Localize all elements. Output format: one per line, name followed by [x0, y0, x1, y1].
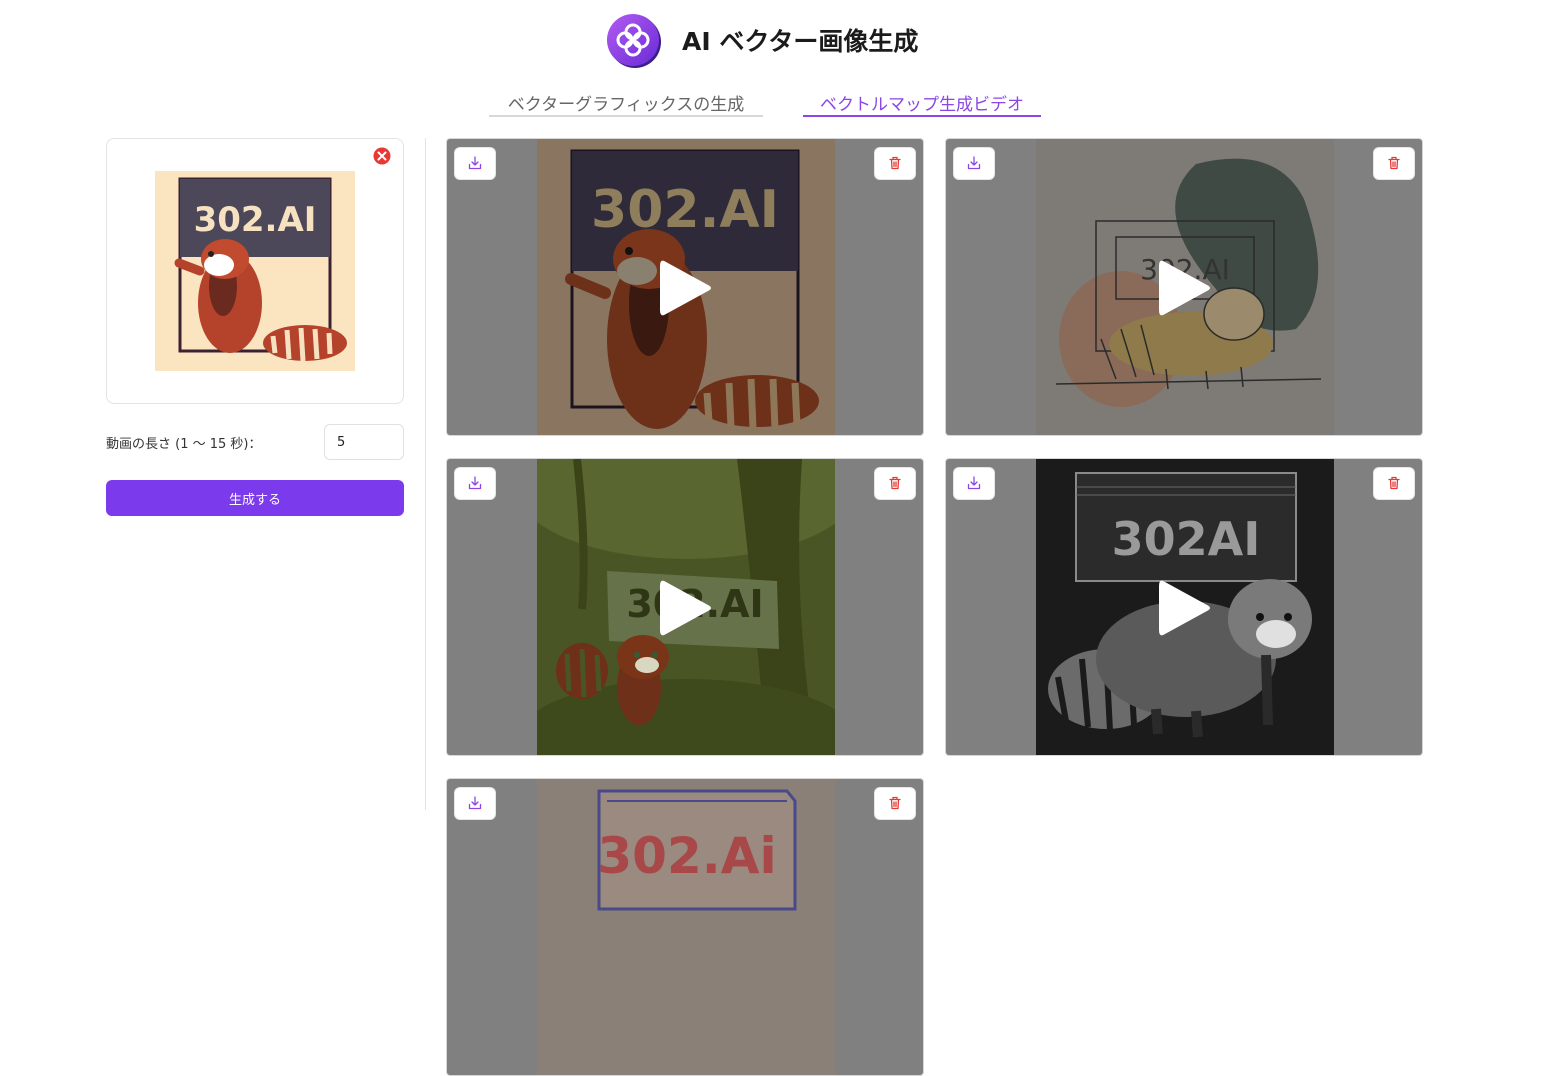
flower-logo-icon: [607, 14, 661, 68]
duration-label: 動画の長さ (1 〜 15 秒)：: [106, 437, 262, 452]
tab-vector-video[interactable]: ベクトルマップ生成ビデオ: [803, 90, 1041, 117]
tab-vector-graphics[interactable]: ベクターグラフィックスの生成: [489, 90, 763, 117]
duration-input[interactable]: [324, 424, 404, 460]
download-icon: [468, 476, 482, 490]
download-button[interactable]: [954, 148, 994, 179]
uploaded-image-preview: 302.AI: [155, 171, 355, 371]
delete-button[interactable]: [875, 788, 915, 819]
trash-icon: [1388, 156, 1400, 170]
delete-button[interactable]: [875, 148, 915, 179]
video-card: 302.Ai: [446, 778, 924, 1076]
video-card: 302.AI: [446, 138, 924, 436]
thumbnail-sign-text: 302AI: [1112, 512, 1261, 566]
download-icon: [967, 476, 981, 490]
trash-icon: [889, 156, 901, 170]
download-icon: [967, 156, 981, 170]
app-title: AI ベクター画像生成: [682, 27, 919, 56]
thumbnail-sign-text: 302.Ai: [597, 827, 776, 885]
trash-icon: [1388, 476, 1400, 490]
close-circle-icon[interactable]: [373, 147, 391, 165]
video-card: 302AI: [945, 458, 1423, 756]
video-thumbnail[interactable]: 302.Ai: [537, 779, 835, 1075]
thumbnail-sign-text: 302.AI: [591, 180, 779, 240]
play-icon[interactable]: [660, 578, 712, 638]
play-icon[interactable]: [1159, 578, 1211, 638]
play-icon[interactable]: [660, 258, 712, 318]
play-icon[interactable]: [1159, 258, 1211, 318]
download-button[interactable]: [954, 468, 994, 499]
download-button[interactable]: [455, 788, 495, 819]
download-button[interactable]: [455, 148, 495, 179]
delete-button[interactable]: [1374, 468, 1414, 499]
delete-button[interactable]: [875, 468, 915, 499]
download-icon: [468, 156, 482, 170]
delete-button[interactable]: [1374, 148, 1414, 179]
video-card: 302.AI: [446, 458, 924, 756]
trash-icon: [889, 796, 901, 810]
video-card: 302.AI: [945, 138, 1423, 436]
app-header: AI ベクター画像生成: [0, 12, 1542, 70]
download-icon: [468, 796, 482, 810]
panel-divider: [425, 138, 426, 810]
trash-icon: [889, 476, 901, 490]
generate-button[interactable]: 生成する: [106, 480, 404, 516]
download-button[interactable]: [455, 468, 495, 499]
preview-sign-text: 302.AI: [194, 200, 317, 240]
upload-preview-card: 302.AI: [106, 138, 404, 404]
